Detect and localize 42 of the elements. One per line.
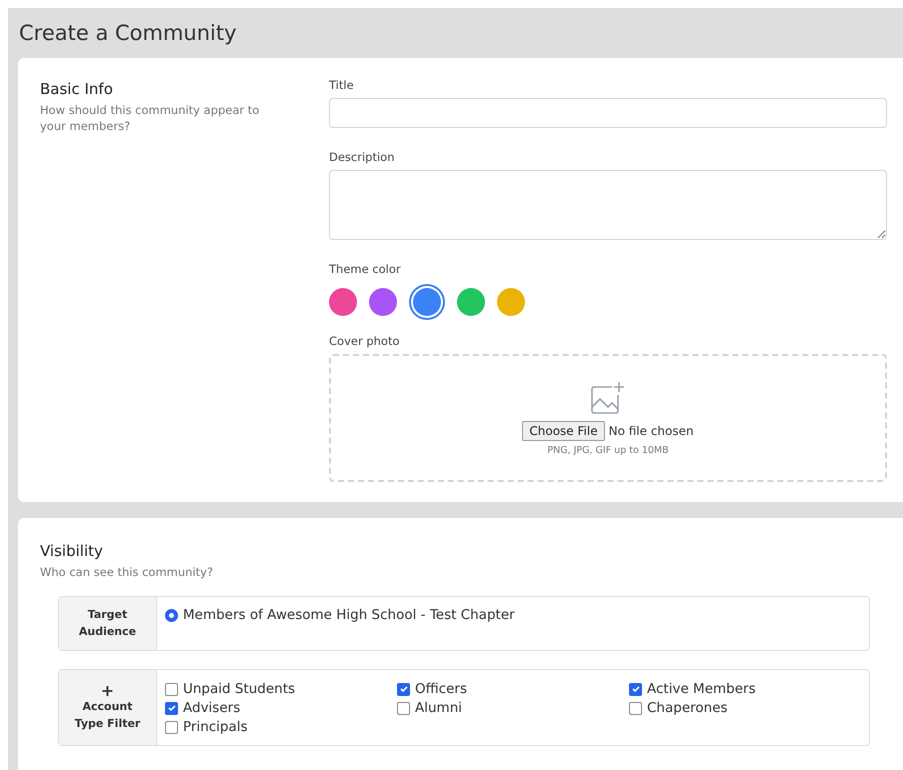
checkbox[interactable] (165, 720, 178, 734)
section-heading: Basic Info (40, 80, 114, 98)
checkbox[interactable] (397, 682, 410, 696)
checkbox-option[interactable]: Advisers (165, 700, 397, 716)
panel-label: Target Audience (78, 607, 138, 640)
radio-option[interactable]: Members of Awesome High School - Test Chapter (165, 607, 861, 624)
file-status: No file chosen (608, 424, 694, 438)
page-title: Create a Community (19, 21, 237, 45)
color-swatch[interactable] (369, 288, 397, 316)
field-label: Title (329, 78, 355, 92)
checkbox[interactable] (629, 702, 642, 715)
checkbox[interactable] (629, 682, 642, 696)
color-swatch[interactable] (497, 288, 525, 316)
checkmark-icon (166, 703, 176, 714)
title-input[interactable] (329, 98, 887, 128)
choose-file-button[interactable]: Choose File (522, 420, 605, 440)
checkbox[interactable] (165, 682, 178, 696)
section-subtitle: Who can see this community? (40, 564, 214, 580)
plus-icon[interactable]: + (100, 683, 114, 700)
upload-hint: PNG, JPG, GIF up to 10MB (547, 444, 669, 456)
field-label: Description (329, 150, 396, 164)
section-heading: Visibility (40, 542, 104, 560)
checkbox-option[interactable]: Principals (165, 719, 397, 736)
checkbox-option[interactable]: Unpaid Students (165, 681, 397, 698)
checkmark-icon (398, 684, 408, 694)
checkbox[interactable] (165, 702, 178, 715)
color-swatch[interactable] (457, 288, 485, 316)
section-subtitle: How should this community appear to your members? (40, 102, 260, 134)
field-label: Theme color (329, 262, 402, 276)
field-label: Cover photo (329, 334, 400, 348)
checkbox-option[interactable]: Officers (397, 681, 629, 698)
checkbox-option[interactable]: Chaperones (629, 700, 861, 716)
image-add-icon (590, 380, 626, 414)
color-swatch[interactable] (413, 288, 441, 316)
panel-label: Account Type Filter (74, 699, 142, 732)
upload-dropzone[interactable]: Choose File No file chosen PNG, JPG, GIF up to 10MB (329, 354, 887, 482)
color-swatch[interactable] (329, 288, 357, 316)
radio-button[interactable] (165, 608, 178, 622)
checkbox[interactable] (397, 702, 410, 715)
checkmark-icon (630, 684, 640, 694)
checkbox-option[interactable]: Alumni (397, 700, 629, 716)
checkbox-option[interactable]: Active Members (629, 681, 861, 698)
